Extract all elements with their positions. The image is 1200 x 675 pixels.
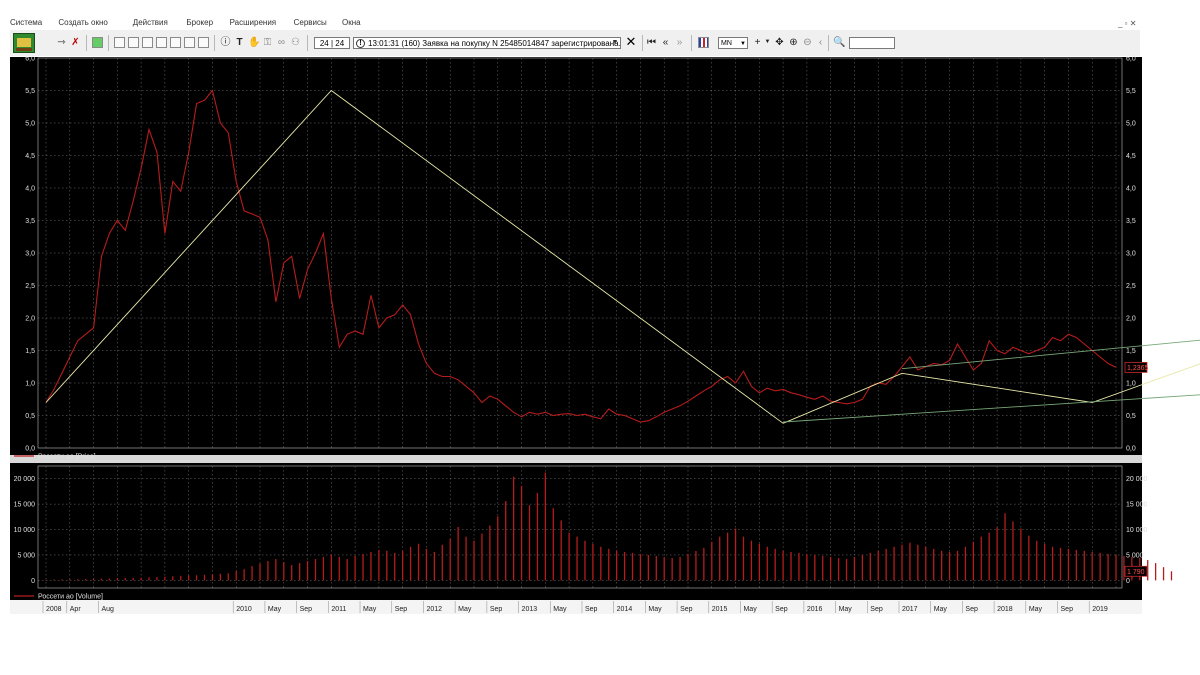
price-y-tick-left: 0,5 bbox=[25, 413, 35, 420]
price-y-tick-right: 5,0 bbox=[1126, 121, 1136, 128]
panel-splitter bbox=[10, 455, 1142, 463]
price-y-tick-right: 0,5 bbox=[1126, 413, 1136, 420]
price-y-tick-right: 4,5 bbox=[1126, 153, 1136, 160]
price-y-tick-right: 2,5 bbox=[1126, 283, 1136, 290]
time-axis-label: Apr bbox=[70, 606, 82, 613]
time-axis-label: Sep bbox=[585, 606, 598, 613]
time-axis-label: 2018 bbox=[997, 606, 1013, 613]
time-axis-label: Sep bbox=[680, 606, 693, 613]
price-y-tick-left: 5,0 bbox=[25, 121, 35, 128]
volume-y-tick-left: 0 bbox=[31, 578, 35, 585]
time-axis-label: 2017 bbox=[902, 606, 918, 613]
price-y-tick-right: 1,0 bbox=[1126, 381, 1136, 388]
time-axis-label: 2011 bbox=[331, 606, 346, 613]
time-axis-label: 2015 bbox=[712, 606, 728, 613]
time-axis-label: 2019 bbox=[1092, 606, 1108, 613]
price-y-tick-right: 2,0 bbox=[1126, 316, 1136, 323]
price-y-tick-right: 3,5 bbox=[1126, 218, 1136, 225]
time-axis-label: May bbox=[839, 606, 853, 613]
price-y-tick-left: 3,0 bbox=[25, 251, 35, 258]
price-y-tick-left: 1,5 bbox=[25, 348, 35, 355]
price-current-value: 1,2365 bbox=[1127, 365, 1149, 372]
time-axis-label: 2014 bbox=[617, 606, 633, 613]
time-axis-label: 2008 bbox=[46, 606, 62, 613]
time-axis-label: May bbox=[743, 606, 757, 613]
time-axis-label: May bbox=[934, 606, 948, 613]
chart-area: 0,0 0,0 0,5 0,5 1,0 1,0 1,5 1,5 2,0 2,0 2,5 2,5 3,0 3… bbox=[10, 56, 1200, 614]
price-y-tick-right: 5,5 bbox=[1126, 88, 1136, 95]
time-axis-label: Sep bbox=[490, 606, 503, 613]
time-axis-label: Sep bbox=[300, 606, 313, 613]
volume-y-tick-right: 5 000 bbox=[1126, 552, 1144, 559]
price-y-tick-left: 6,0 bbox=[25, 56, 35, 63]
price-y-tick-right: 3,0 bbox=[1126, 251, 1136, 258]
price-y-tick-left: 4,0 bbox=[25, 186, 35, 193]
volume-y-tick-right: 0 bbox=[1126, 578, 1130, 585]
time-axis-label: Sep bbox=[870, 606, 883, 613]
price-y-tick-left: 0,0 bbox=[25, 446, 35, 453]
volume-legend: Россети ао [Volume] bbox=[38, 594, 103, 601]
time-axis-label: Aug bbox=[101, 606, 114, 613]
price-y-tick-left: 2,5 bbox=[25, 283, 35, 290]
time-axis-label: Sep bbox=[775, 606, 788, 613]
time-axis-label: 2012 bbox=[426, 606, 442, 613]
volume-y-tick-right: 15 000 bbox=[1126, 502, 1148, 509]
time-axis-label: May bbox=[648, 606, 662, 613]
price-y-tick-left: 4,5 bbox=[25, 153, 35, 160]
time-axis-label: 2016 bbox=[807, 606, 823, 613]
volume-current-value: 1 790 bbox=[1127, 569, 1145, 576]
time-axis-label: May bbox=[1029, 606, 1043, 613]
price-legend: Россети ао [Price] bbox=[38, 454, 96, 461]
price-y-tick-right: 6,0 bbox=[1126, 56, 1136, 63]
price-y-tick-left: 2,0 bbox=[25, 316, 35, 323]
volume-y-tick-left: 10 000 bbox=[14, 527, 36, 534]
volume-y-tick-left: 5 000 bbox=[17, 552, 35, 559]
price-y-tick-right: 1,5 bbox=[1126, 348, 1136, 355]
time-axis-label: Sep bbox=[1061, 606, 1074, 613]
volume-y-tick-left: 15 000 bbox=[14, 502, 36, 509]
price-y-tick-right: 0,0 bbox=[1126, 446, 1136, 453]
volume-panel bbox=[10, 463, 1142, 600]
time-axis-label: May bbox=[553, 606, 567, 613]
price-y-tick-left: 1,0 bbox=[25, 381, 35, 388]
time-axis-label: May bbox=[363, 606, 377, 613]
time-axis-label: 2013 bbox=[522, 606, 538, 613]
time-axis-label: Sep bbox=[965, 606, 978, 613]
volume-y-tick-right: 10 000 bbox=[1126, 527, 1148, 534]
time-axis-label: May bbox=[268, 606, 282, 613]
time-axis-label: May bbox=[458, 606, 472, 613]
volume-y-tick-left: 20 000 bbox=[14, 476, 36, 483]
volume-y-tick-right: 20 000 bbox=[1126, 476, 1148, 483]
price-y-tick-right: 4,0 bbox=[1126, 186, 1136, 193]
price-y-tick-left: 5,5 bbox=[25, 88, 35, 95]
price-y-tick-left: 3,5 bbox=[25, 218, 35, 225]
time-axis-label: 2010 bbox=[236, 606, 252, 613]
time-axis-label: Sep bbox=[395, 606, 408, 613]
